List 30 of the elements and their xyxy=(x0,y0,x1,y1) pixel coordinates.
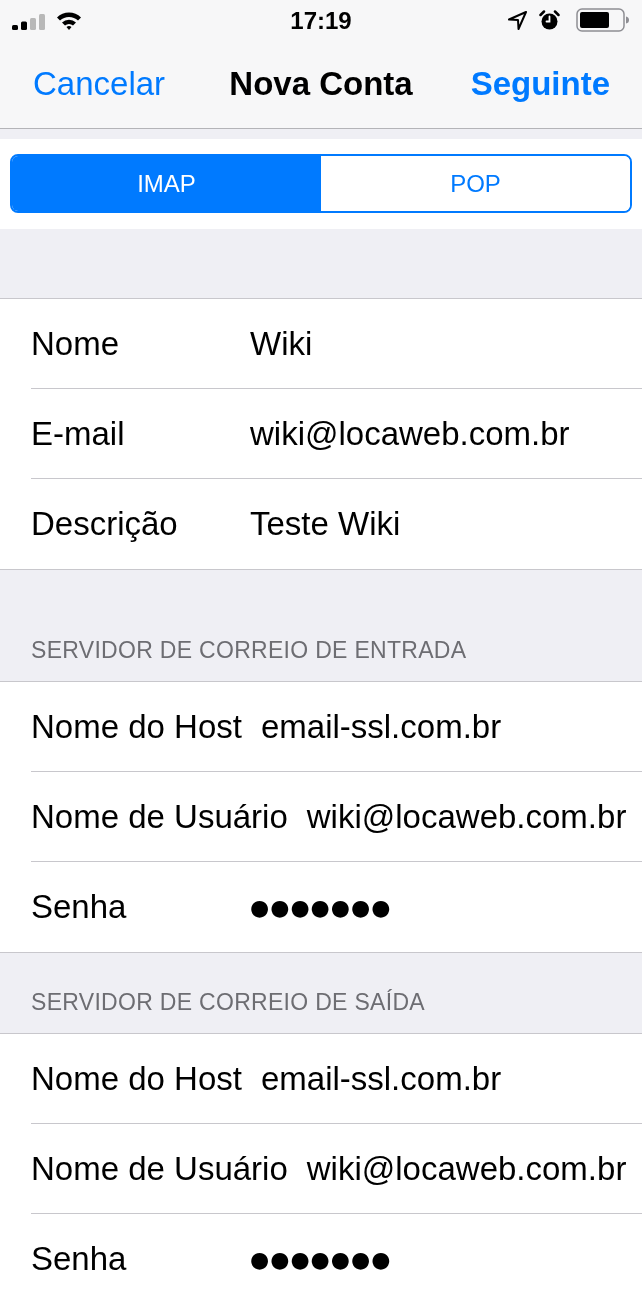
text-field[interactable]: Teste Wiki xyxy=(250,494,630,554)
location-arrow-icon xyxy=(508,10,527,30)
field-label: Nome xyxy=(31,324,121,364)
nav-title: Nova Conta xyxy=(229,64,413,104)
text-field[interactable]: Wiki xyxy=(250,314,630,374)
section-header: SERVIDOR DE CORREIO DE ENTRADA xyxy=(31,636,467,664)
segment-tab[interactable]: IMAP xyxy=(12,156,321,211)
signal-icon xyxy=(12,14,48,30)
field-label: Senha xyxy=(31,1239,128,1279)
section-header: SERVIDOR DE CORREIO DE SAÍDA xyxy=(31,988,425,1016)
field-label: Nome do Host xyxy=(31,1059,242,1099)
field-label: Senha xyxy=(31,887,128,927)
field-label: E-mail xyxy=(31,414,126,454)
text-field[interactable]: email-ssl.com.br xyxy=(260,1049,630,1109)
status-time: 17:19 xyxy=(290,7,352,35)
password-field[interactable]: ●●●●●●● xyxy=(250,877,630,937)
text-field[interactable]: email-ssl.com.br xyxy=(260,697,630,757)
field-label: Nome do Host xyxy=(31,707,242,747)
field-label: Nome de Usuário xyxy=(31,797,288,837)
text-field[interactable]: wiki@locaweb.com.br xyxy=(306,787,630,847)
cancel-button[interactable]: Cancelar xyxy=(33,64,166,104)
alarm-clock-icon xyxy=(539,9,560,31)
next-button[interactable]: Seguinte xyxy=(470,64,610,104)
battery-icon xyxy=(576,8,630,32)
field-label: Nome de Usuário xyxy=(31,1149,288,1189)
password-field[interactable]: ●●●●●●● xyxy=(250,1229,630,1289)
text-field[interactable]: wiki@locaweb.com.br xyxy=(306,1139,630,1199)
field-label: Descrição xyxy=(31,504,179,544)
wifi-icon xyxy=(56,10,82,30)
text-field[interactable]: wiki@locaweb.com.br xyxy=(250,404,630,464)
